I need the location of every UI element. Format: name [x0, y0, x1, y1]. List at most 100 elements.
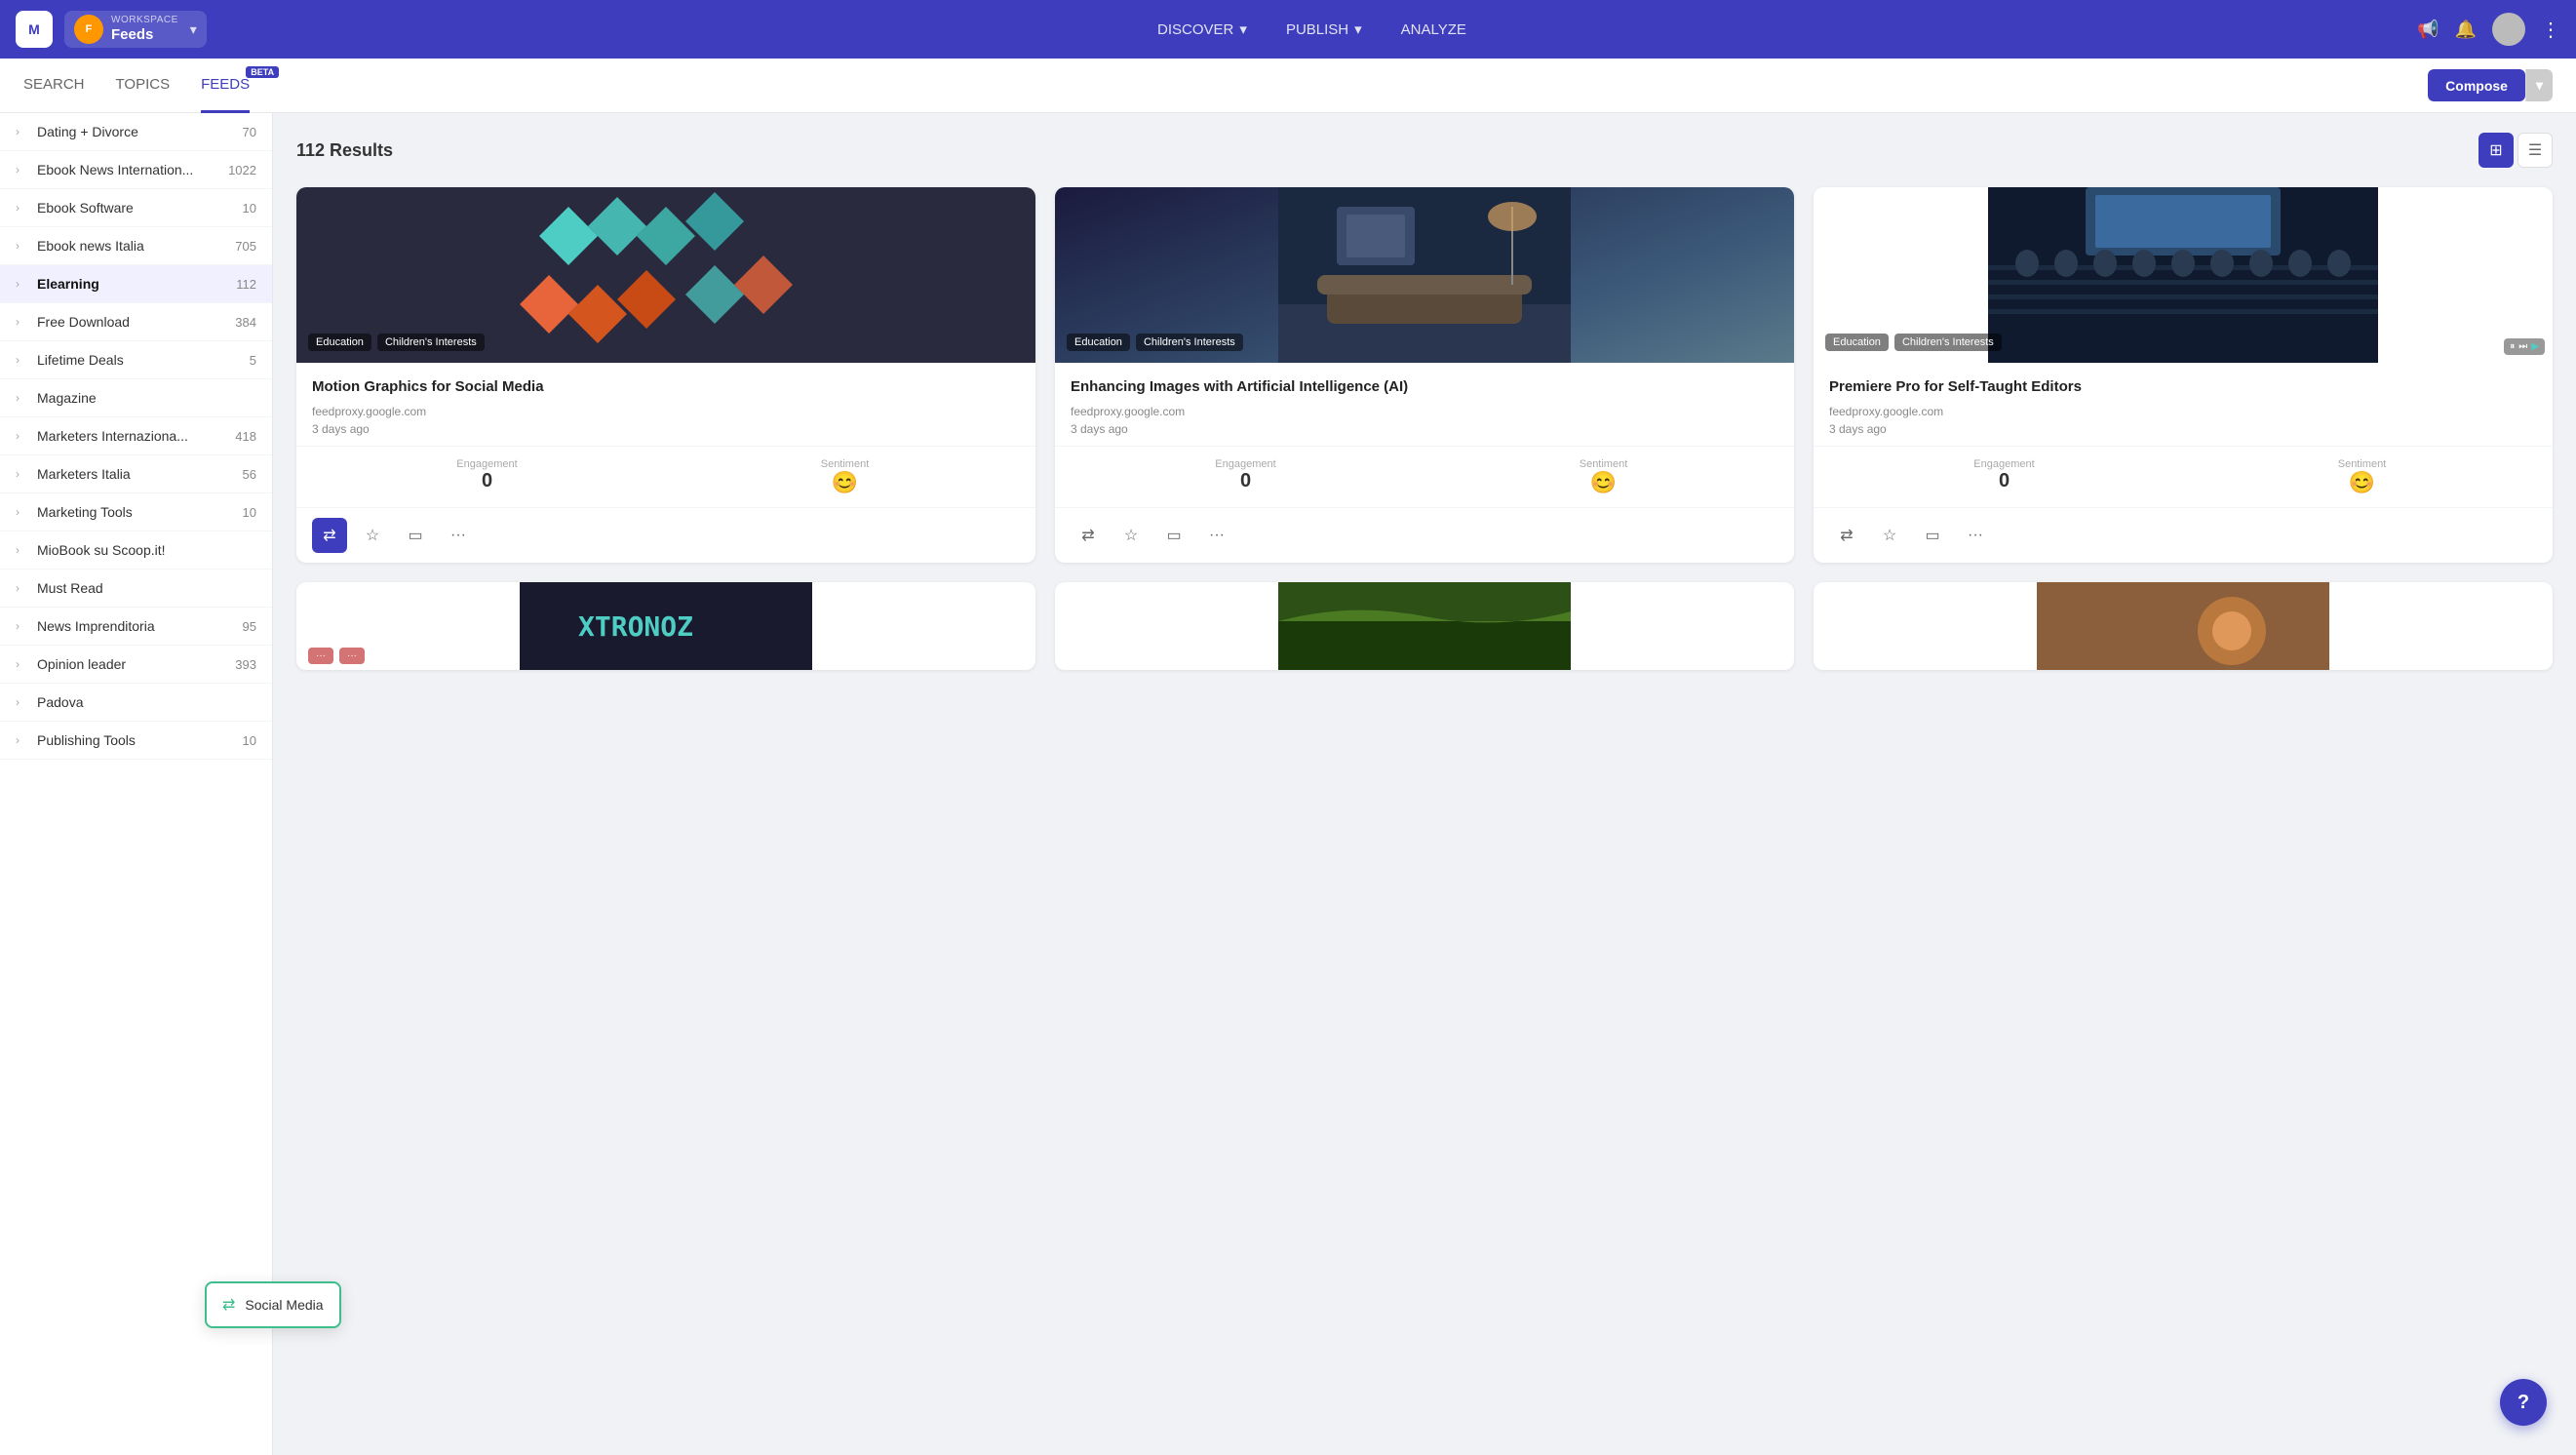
sidebar-item-magazine[interactable]: › Magazine	[0, 379, 272, 417]
discover-nav-item[interactable]: DISCOVER ▾	[1157, 20, 1247, 38]
app-logo[interactable]: M	[16, 11, 53, 48]
sentiment-label-3: Sentiment	[2187, 458, 2537, 470]
card-time-1: 3 days ago	[312, 422, 1020, 436]
card-actions-2: ⇄ ☆ ▭ ···	[1055, 507, 1794, 563]
tag-childrens-interests-3: Children's Interests	[1894, 334, 2002, 351]
top-navigation: M F WORKSPACE Feeds ▾ DISCOVER ▾ PUBLISH…	[0, 0, 2576, 59]
chevron-right-icon: ›	[16, 657, 29, 671]
topics-tab[interactable]: TOPICS	[116, 59, 171, 113]
compose-button[interactable]: Compose	[2428, 69, 2525, 101]
sidebar-item-ebook-news-intl[interactable]: › Ebook News Internation... 1022	[0, 151, 272, 189]
publish-nav-item[interactable]: PUBLISH ▾	[1286, 20, 1362, 38]
grid-view-button[interactable]: ⊞	[2478, 133, 2514, 168]
engagement-label-3: Engagement	[1829, 458, 2179, 470]
chevron-right-icon: ›	[16, 391, 29, 405]
card-premiere-pro[interactable]: Education Children's Interests ⏸ ⏭ ▶ Pre…	[1814, 187, 2553, 563]
card-tags-1: Education Children's Interests	[308, 334, 485, 351]
sidebar-item-news-imprenditoria[interactable]: › News Imprenditoria 95	[0, 608, 272, 646]
megaphone-icon[interactable]: 📢	[2417, 20, 2439, 40]
sidebar-item-ebook-software[interactable]: › Ebook Software 10	[0, 189, 272, 227]
feeds-text: WORKSPACE Feeds	[111, 15, 178, 44]
analyze-nav-item[interactable]: ANALYZE	[1401, 21, 1466, 38]
card-source-2: feedproxy.google.com	[1071, 405, 1778, 418]
sentiment-label-1: Sentiment	[670, 458, 1020, 470]
smiley-icon-3: 😊	[2349, 470, 2375, 495]
sidebar-item-ebook-news-italia[interactable]: › Ebook news Italia 705	[0, 227, 272, 265]
workspace-feeds-badge[interactable]: F WORKSPACE Feeds ▾	[64, 11, 207, 48]
sentiment-value-2: 😊	[1428, 470, 1778, 495]
tag-partial-2: ···	[339, 648, 365, 664]
sentiment-value-1: 😊	[670, 470, 1020, 495]
search-tab[interactable]: SEARCH	[23, 59, 85, 113]
sidebar-item-free-download[interactable]: › Free Download 384	[0, 303, 272, 341]
sidebar-item-elearning[interactable]: › Elearning 112	[0, 265, 272, 303]
tag-education: Education	[308, 334, 371, 351]
user-avatar[interactable]	[2492, 13, 2525, 46]
share-button-3[interactable]: ⇄	[1829, 518, 1864, 553]
card-tags-3: Education Children's Interests	[1825, 334, 2002, 351]
sidebar-item-padova[interactable]: › Padova	[0, 684, 272, 722]
more-button-1[interactable]: ···	[441, 518, 476, 553]
sidebar-item-must-read[interactable]: › Must Read	[0, 570, 272, 608]
workspace-chevron-icon: ▾	[190, 21, 197, 38]
sidebar-item-miobook[interactable]: › MioBook su Scoop.it!	[0, 531, 272, 570]
chevron-right-icon: ›	[16, 429, 29, 443]
feeds-tab[interactable]: FEEDS BETA	[201, 59, 250, 113]
archive-button-2[interactable]: ▭	[1156, 518, 1191, 553]
chevron-right-icon: ›	[16, 733, 29, 747]
engagement-value-3: 0	[1829, 470, 2179, 492]
svg-text:XTRONOZ: XTRONOZ	[578, 610, 693, 643]
cards-grid: Education Children's Interests Motion Gr…	[296, 187, 2553, 670]
chevron-right-icon: ›	[16, 315, 29, 329]
card-title-2: Enhancing Images with Artificial Intelli…	[1071, 376, 1778, 397]
results-count: 112 Results	[296, 140, 393, 161]
card-ai-images[interactable]: Education Children's Interests Enhancing…	[1055, 187, 1794, 563]
bookmark-button-1[interactable]: ☆	[355, 518, 390, 553]
more-button-2[interactable]: ···	[1199, 518, 1234, 553]
list-view-button[interactable]: ☰	[2517, 133, 2553, 168]
card-metrics-2: Engagement 0 Sentiment 😊	[1055, 446, 1794, 507]
engagement-label-2: Engagement	[1071, 458, 1421, 470]
card-time-3: 3 days ago	[1829, 422, 2537, 436]
archive-button-3[interactable]: ▭	[1915, 518, 1950, 553]
sidebar-item-marketers-italia[interactable]: › Marketers Italia 56	[0, 455, 272, 493]
sidebar-item-dating-divorce[interactable]: › Dating + Divorce 70	[0, 113, 272, 151]
engagement-value-2: 0	[1071, 470, 1421, 492]
help-button[interactable]: ?	[2500, 1379, 2547, 1426]
sentiment-section-1: Sentiment 😊	[670, 458, 1020, 495]
bell-icon[interactable]: 🔔	[2455, 20, 2477, 40]
sentiment-section-2: Sentiment 😊	[1428, 458, 1778, 495]
chevron-right-icon: ›	[16, 353, 29, 367]
chevron-right-icon: ›	[16, 163, 29, 177]
archive-button-1[interactable]: ▭	[398, 518, 433, 553]
chevron-right-icon: ›	[16, 239, 29, 253]
more-button-3[interactable]: ···	[1958, 518, 1993, 553]
card-row2-1[interactable]: XTRONOZ ··· ···	[296, 582, 1035, 670]
sidebar-item-lifetime-deals[interactable]: › Lifetime Deals 5	[0, 341, 272, 379]
share-button-2[interactable]: ⇄	[1071, 518, 1106, 553]
card-source-3: feedproxy.google.com	[1829, 405, 2537, 418]
bookmark-button-3[interactable]: ☆	[1872, 518, 1907, 553]
compose-dropdown-button[interactable]: ▾	[2525, 69, 2553, 101]
share-button-1[interactable]: ⇄	[312, 518, 347, 553]
card-image-2: Education Children's Interests	[1055, 187, 1794, 363]
card-motion-graphics[interactable]: Education Children's Interests Motion Gr…	[296, 187, 1035, 563]
sidebar-item-marketers-intl[interactable]: › Marketers Internaziona... 418	[0, 417, 272, 455]
main-layout: › Dating + Divorce 70 › Ebook News Inter…	[0, 113, 2576, 1455]
bookmark-button-2[interactable]: ☆	[1113, 518, 1149, 553]
chevron-right-icon: ›	[16, 505, 29, 519]
card-row2-3[interactable]	[1814, 582, 2553, 670]
card-tags-4: ··· ···	[308, 648, 365, 664]
chevron-right-icon: ›	[16, 619, 29, 633]
hamburger-icon[interactable]: ⋮	[2541, 18, 2560, 42]
sidebar-item-opinion-leader[interactable]: › Opinion leader 393	[0, 646, 272, 684]
sentiment-label-2: Sentiment	[1428, 458, 1778, 470]
card-image-1: Education Children's Interests	[296, 187, 1035, 363]
smiley-icon-1: 😊	[832, 470, 858, 495]
chevron-right-icon: ›	[16, 277, 29, 291]
sidebar-item-marketing-tools[interactable]: › Marketing Tools 10	[0, 493, 272, 531]
sidebar-item-publishing-tools[interactable]: › Publishing Tools 10	[0, 722, 272, 760]
share-tooltip-icon: ⇄	[222, 1295, 235, 1315]
nav-center-links: DISCOVER ▾ PUBLISH ▾ ANALYZE	[218, 20, 2405, 38]
card-row2-2[interactable]	[1055, 582, 1794, 670]
